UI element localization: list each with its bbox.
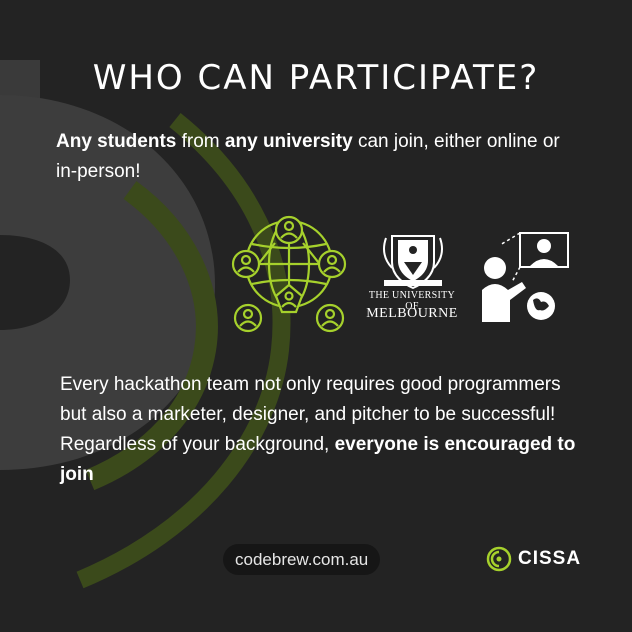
node-left <box>231 249 261 279</box>
poster: WHO CAN PARTICIPATE? Any students from a… <box>0 0 632 632</box>
cissa-logo: CISSA <box>486 545 581 573</box>
university-crest-icon <box>383 235 443 290</box>
node-bottom-left <box>233 303 263 333</box>
node-center <box>274 283 304 314</box>
university-name-line2: MELBOURNE <box>366 306 458 321</box>
online-presenter-icon <box>482 232 569 322</box>
node-bottom-right <box>315 303 345 333</box>
cissa-logo-icon <box>486 546 512 572</box>
cissa-logo-text: CISSA <box>518 548 582 569</box>
website-url[interactable]: codebrew.com.au <box>223 544 381 575</box>
node-right <box>317 249 347 279</box>
globe-network-icon <box>231 215 347 333</box>
description-text: Every hackathon team not only requires g… <box>60 370 580 490</box>
node-top <box>274 215 304 245</box>
icons-row <box>231 215 569 333</box>
